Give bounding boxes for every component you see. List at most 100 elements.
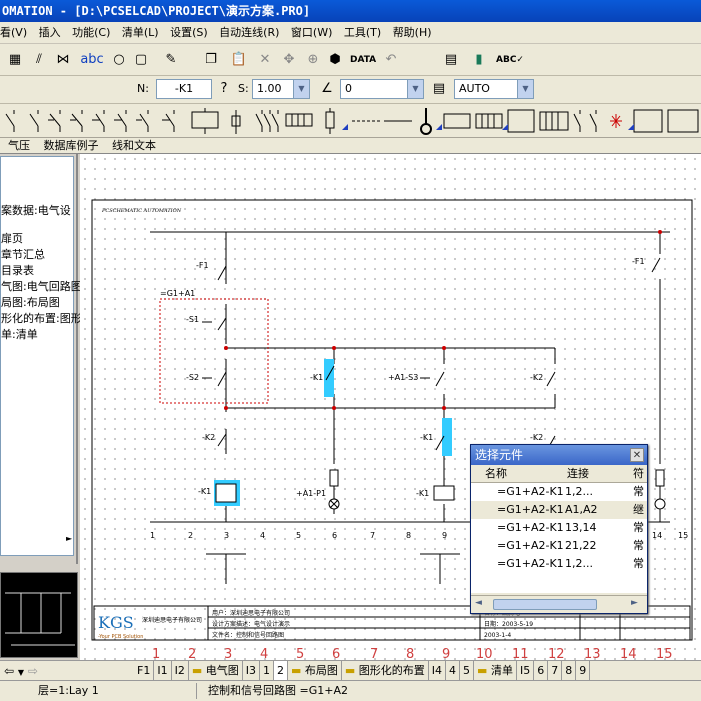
line-tool-icon[interactable]: ⫽ bbox=[28, 49, 50, 71]
rect-tool-icon[interactable]: ▢ bbox=[130, 49, 152, 71]
column-connection[interactable]: 连接 bbox=[567, 465, 589, 483]
book-icon[interactable]: ▮ bbox=[468, 49, 490, 71]
sheet-tab[interactable]: 5 bbox=[460, 661, 475, 680]
symbol-tool-icon[interactable]: ⋈ bbox=[52, 49, 74, 71]
tree-item[interactable]: 章节汇总 bbox=[1, 247, 73, 263]
tab-pneumatic[interactable]: 气压 bbox=[8, 139, 30, 152]
sheet-tab-folder[interactable]: ▬ 图形化的布置 bbox=[342, 661, 429, 680]
sheet-tab[interactable]: 6 bbox=[534, 661, 549, 680]
chevron-down-icon[interactable]: ▼ bbox=[517, 80, 533, 98]
sheet-tab[interactable]: 7 bbox=[548, 661, 563, 680]
horizontal-scrollbar[interactable]: ◄ ► bbox=[471, 595, 647, 613]
titleblock-right2: 日期：2003-5-19 bbox=[484, 620, 533, 628]
scroll-arrow-icon[interactable]: ► bbox=[66, 534, 74, 546]
next-sheet-icon[interactable]: ⇨ bbox=[28, 664, 38, 678]
sheet-tab[interactable]: 1 bbox=[260, 661, 274, 680]
svg-text:5: 5 bbox=[296, 531, 301, 540]
scroll-thumb[interactable] bbox=[493, 599, 597, 610]
scroll-left-icon[interactable]: ◄ bbox=[475, 598, 482, 608]
zoom-icon[interactable]: ⊕ bbox=[302, 49, 324, 71]
circle-tool-icon[interactable]: ○ bbox=[108, 49, 130, 71]
svg-text:9: 9 bbox=[442, 531, 447, 540]
sheet-tab[interactable]: I5 bbox=[517, 661, 535, 680]
sheet-tab[interactable]: 4 bbox=[446, 661, 461, 680]
sheet-tab[interactable]: 9 bbox=[576, 661, 591, 680]
pencil-icon[interactable]: ✎ bbox=[160, 49, 182, 71]
data-button[interactable]: DATA bbox=[350, 49, 376, 71]
tree-item[interactable]: 目录表 bbox=[1, 263, 73, 279]
dialog-title[interactable]: 选择元件 ✕ bbox=[471, 445, 647, 465]
tree-item[interactable]: 扉页 bbox=[1, 231, 73, 247]
drawing-header: PCSCHEMATIC AUTOMATION bbox=[101, 208, 182, 214]
delete-icon[interactable]: ✕ bbox=[254, 49, 276, 71]
sheet-tab[interactable]: I4 bbox=[429, 661, 447, 680]
prev-sheet-icon[interactable]: ⇦ bbox=[4, 664, 14, 678]
menu-settings[interactable]: 设置(S) bbox=[170, 26, 208, 39]
symbol-palette[interactable] bbox=[0, 104, 701, 138]
grid-tool-icon[interactable]: ▦ bbox=[4, 49, 26, 71]
main-toolbar: ▦ ⫽ ⋈ abc ○ ▢ ✎ ❐ 📋 ✕ ✥ ⊕ ⬢ DATA ↶ ▤ ▮ A… bbox=[0, 44, 701, 76]
svg-text:4: 4 bbox=[260, 531, 265, 540]
name-field[interactable]: -K1 bbox=[156, 79, 212, 99]
menu-view[interactable]: 看(V) bbox=[0, 26, 27, 39]
sheet-tab[interactable]: I3 bbox=[243, 661, 260, 680]
list-item[interactable]: =G1+A2-K1 1,2... 常 bbox=[471, 483, 647, 501]
list-icon[interactable]: ▤ bbox=[440, 49, 462, 71]
move-icon[interactable]: ✥ bbox=[278, 49, 300, 71]
sheet-tab-folder[interactable]: ▬ 电气图 bbox=[189, 661, 243, 680]
svg-text:12: 12 bbox=[548, 647, 565, 660]
angle-select[interactable]: 0 ▼ bbox=[340, 79, 424, 99]
spellcheck-icon[interactable]: ABC✓ bbox=[496, 49, 524, 71]
list-item[interactable]: =G1+A2-K1 1,2... 常 bbox=[471, 555, 647, 573]
titleblock-row2: 设计方案描述：电气设计演示 bbox=[212, 620, 290, 628]
menu-tools[interactable]: 工具(T) bbox=[344, 26, 381, 39]
list-item[interactable]: =G1+A2-K1 13,14 常 bbox=[471, 519, 647, 537]
sheet-menu-icon[interactable]: ▼ bbox=[18, 668, 24, 677]
menu-help[interactable]: 帮助(H) bbox=[393, 26, 432, 39]
tab-lines-text[interactable]: 线和文本 bbox=[112, 139, 156, 152]
help-cursor-icon[interactable]: ? bbox=[213, 78, 235, 100]
menu-autoroute[interactable]: 自动连线(R) bbox=[219, 26, 279, 39]
column-name[interactable]: 名称 bbox=[485, 465, 507, 483]
tree-item[interactable]: 局图:布局图 bbox=[1, 295, 73, 311]
scroll-right-icon[interactable]: ► bbox=[631, 598, 638, 608]
scale-select[interactable]: 1.00 ▼ bbox=[252, 79, 310, 99]
paint-icon[interactable]: ⬢ bbox=[324, 49, 346, 71]
menu-function[interactable]: 功能(C) bbox=[72, 26, 110, 39]
folder-icon: ▬ bbox=[344, 664, 356, 677]
menu-list[interactable]: 清单(L) bbox=[122, 26, 159, 39]
list-item[interactable]: =G1+A2-K1 A1,A2 继 bbox=[471, 501, 647, 519]
tree-item[interactable]: 形化的布置:图形 bbox=[1, 311, 82, 327]
sheet-tab[interactable]: F1 bbox=[134, 661, 155, 680]
overview-window bbox=[0, 572, 78, 658]
sheet-tab-active[interactable]: 2 bbox=[273, 661, 288, 680]
chevron-down-icon[interactable]: ▼ bbox=[293, 80, 309, 98]
undo-icon[interactable]: ↶ bbox=[380, 49, 402, 71]
column-symbol[interactable]: 符 bbox=[633, 465, 644, 483]
chevron-down-icon[interactable]: ▼ bbox=[407, 80, 423, 98]
sheet-tab[interactable]: I2 bbox=[172, 661, 189, 680]
tree-item[interactable]: 单:清单 bbox=[1, 327, 73, 343]
svg-text:-K1: -K1 bbox=[416, 489, 429, 498]
sheet-tab-folder[interactable]: ▬ 清单 bbox=[474, 661, 517, 680]
auto-select[interactable]: AUTO ▼ bbox=[454, 79, 534, 99]
menu-insert[interactable]: 插入 bbox=[39, 26, 61, 39]
paste-icon[interactable]: 📋 bbox=[228, 49, 250, 71]
sheet-tab-folder[interactable]: ▬ 布局图 bbox=[288, 661, 342, 680]
tree-item[interactable]: 气图:电气回路图 bbox=[1, 279, 82, 295]
close-icon[interactable]: ✕ bbox=[630, 448, 644, 462]
tree-item[interactable]: 案数据:电气设 bbox=[1, 203, 73, 219]
copy-icon[interactable]: ❐ bbox=[200, 49, 222, 71]
svg-text:-K2: -K2 bbox=[530, 373, 543, 382]
menu-window[interactable]: 窗口(W) bbox=[291, 26, 332, 39]
text-align-icon[interactable]: ▤ bbox=[428, 78, 450, 100]
svg-text:-K2: -K2 bbox=[202, 433, 215, 442]
text-tool-button[interactable]: abc bbox=[78, 49, 106, 71]
tab-database-examples[interactable]: 数据库例子 bbox=[44, 139, 99, 152]
list-item[interactable]: =G1+A2-K1 21,22 常 bbox=[471, 537, 647, 555]
status-divider bbox=[196, 683, 197, 699]
sheet-tab-label: 布局图 bbox=[304, 664, 338, 677]
sheet-tab[interactable]: I1 bbox=[154, 661, 172, 680]
sheet-tab[interactable]: 8 bbox=[562, 661, 577, 680]
dialog-column-headers: 名称 连接 符 bbox=[471, 465, 647, 483]
